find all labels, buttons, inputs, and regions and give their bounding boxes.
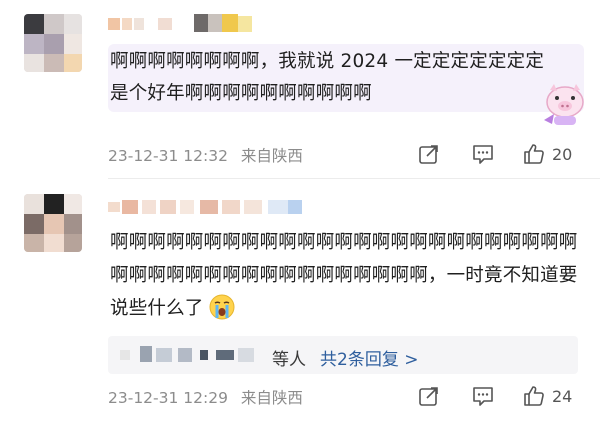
reply-users-redacted bbox=[120, 346, 270, 364]
share-button[interactable] bbox=[418, 141, 440, 167]
crying-face-emoji bbox=[208, 294, 236, 320]
comment-location: 来自陕西 bbox=[240, 389, 303, 407]
pig-sticker-icon bbox=[540, 80, 590, 126]
like-button[interactable]: 20 bbox=[522, 141, 572, 167]
like-button[interactable]: 24 bbox=[522, 383, 572, 409]
comment-date: 23-12-31 12:32 bbox=[108, 147, 228, 165]
thumbs-up-icon bbox=[524, 386, 544, 406]
comment-item: 啊啊啊啊啊啊啊啊啊啊啊啊啊啊啊啊啊啊啊啊啊啊啊啊啊啊啊啊啊啊啊啊啊啊啊啊啊啊啊啊… bbox=[0, 182, 600, 430]
avatar[interactable] bbox=[24, 14, 82, 72]
view-replies-link[interactable]: 共2条回复 > bbox=[320, 345, 418, 370]
comment-meta: 23-12-31 12:32 来自陕西 20 bbox=[108, 140, 588, 168]
share-button[interactable] bbox=[418, 383, 440, 409]
thumbs-up-icon bbox=[524, 144, 544, 164]
share-icon bbox=[419, 387, 438, 406]
comment-text: 啊啊啊啊啊啊啊啊啊啊啊啊啊啊啊啊啊啊啊啊啊啊啊啊啊啊啊啊啊啊啊啊啊啊啊啊啊啊啊啊… bbox=[110, 226, 588, 325]
comment-icon bbox=[473, 387, 493, 406]
avatar[interactable] bbox=[24, 194, 82, 252]
like-count: 20 bbox=[552, 144, 573, 164]
like-count: 24 bbox=[552, 386, 573, 406]
share-icon bbox=[419, 145, 438, 164]
comment-location: 来自陕西 bbox=[240, 147, 303, 165]
comment-button[interactable] bbox=[472, 141, 494, 167]
replies-preview[interactable]: 等人 共2条回复 > bbox=[108, 336, 578, 374]
comment-text-main: 啊啊啊啊啊啊啊啊啊啊啊啊啊啊啊啊啊啊啊啊啊啊啊啊啊啊啊啊啊啊啊啊啊啊啊啊啊啊啊啊… bbox=[110, 232, 578, 319]
comment-date: 23-12-31 12:29 bbox=[108, 389, 228, 407]
username-redacted[interactable] bbox=[108, 14, 258, 34]
comment-item: 啊啊啊啊啊啊啊啊，我就说 2024 一定定定定定定定是个好年啊啊啊啊啊啊啊啊啊啊… bbox=[0, 0, 600, 178]
divider bbox=[108, 178, 600, 179]
comment-text: 啊啊啊啊啊啊啊啊，我就说 2024 一定定定定定定定是个好年啊啊啊啊啊啊啊啊啊啊 bbox=[110, 51, 545, 104]
reply-users-suffix: 等人 bbox=[272, 350, 306, 370]
comment-icon bbox=[473, 145, 493, 164]
comment-button[interactable] bbox=[472, 383, 494, 409]
username-redacted[interactable] bbox=[108, 196, 308, 216]
comment-meta: 23-12-31 12:29 来自陕西 24 bbox=[108, 382, 588, 410]
